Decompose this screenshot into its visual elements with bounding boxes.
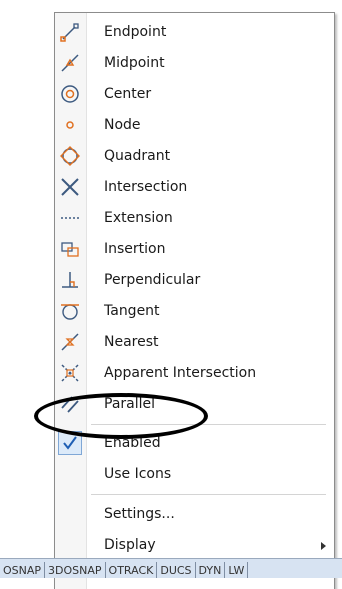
menu-item-label: Node (104, 117, 141, 133)
menu-item-label: Quadrant (104, 148, 171, 164)
menu-item-label: Display (104, 537, 156, 553)
object-snap-context-menu: Endpoint Midpoint Center Node Quadrant I… (54, 12, 335, 589)
intersection-icon (59, 176, 81, 198)
menu-item-parallel[interactable]: Parallel (55, 389, 334, 420)
menu-separator (91, 494, 326, 495)
midpoint-icon (59, 52, 81, 74)
menu-item-label: Intersection (104, 179, 188, 195)
menu-item-label: Nearest (104, 334, 159, 350)
status-button-3dosnap[interactable]: 3DOSNAP (45, 562, 106, 578)
submenu-arrow-icon (321, 542, 326, 550)
status-button-osnap[interactable]: OSNAP (0, 562, 46, 578)
menu-item-endpoint[interactable]: Endpoint (55, 17, 334, 48)
menu-item-apparent-intersection[interactable]: Apparent Intersection (55, 358, 334, 389)
status-button-lw[interactable]: LW (225, 562, 249, 578)
perpendicular-icon (59, 269, 81, 291)
endpoint-icon (59, 21, 81, 43)
menu-item-perpendicular[interactable]: Perpendicular (55, 265, 334, 296)
menu-separator (91, 424, 326, 425)
menu-item-label: Enabled (104, 435, 161, 451)
menu-item-label: Tangent (104, 303, 160, 319)
tangent-icon (59, 300, 81, 322)
menu-item-label: Extension (104, 210, 173, 226)
menu-item-center[interactable]: Center (55, 79, 334, 110)
node-icon (59, 114, 81, 136)
insertion-icon (59, 238, 81, 260)
menu-item-tangent[interactable]: Tangent (55, 296, 334, 327)
menu-item-insertion[interactable]: Insertion (55, 234, 334, 265)
menu-item-label: Insertion (104, 241, 166, 257)
center-icon (59, 83, 81, 105)
menu-item-label: Midpoint (104, 55, 165, 71)
menu-item-settings[interactable]: Settings... (55, 499, 334, 530)
parallel-icon (59, 393, 81, 415)
menu-item-display[interactable]: Display (55, 530, 334, 561)
status-button-otrack[interactable]: OTRACK (106, 562, 158, 578)
menu-item-quadrant[interactable]: Quadrant (55, 141, 334, 172)
extension-icon (59, 207, 81, 229)
menu-item-label: Parallel (104, 396, 156, 412)
apparent-intersection-icon (59, 362, 81, 384)
menu-item-label: Settings... (104, 506, 175, 522)
menu-item-extension[interactable]: Extension (55, 203, 334, 234)
quadrant-icon (59, 145, 81, 167)
menu-item-label: Use Icons (104, 466, 172, 482)
checkmark-icon (58, 431, 82, 455)
status-bar: OSNAP 3DOSNAP OTRACK DUCS DYN LW (0, 558, 342, 578)
menu-item-intersection[interactable]: Intersection (55, 172, 334, 203)
menu-item-use-icons[interactable]: Use Icons (55, 459, 334, 490)
menu-item-label: Center (104, 86, 152, 102)
menu-item-label: Endpoint (104, 24, 167, 40)
menu-item-label: Apparent Intersection (104, 365, 257, 381)
status-button-dyn[interactable]: DYN (196, 562, 226, 578)
nearest-icon (59, 331, 81, 353)
menu-item-midpoint[interactable]: Midpoint (55, 48, 334, 79)
menu-item-enabled[interactable]: Enabled (55, 428, 334, 459)
menu-item-label: Perpendicular (104, 272, 201, 288)
menu-item-nearest[interactable]: Nearest (55, 327, 334, 358)
status-button-ducs[interactable]: DUCS (157, 562, 196, 578)
menu-item-node[interactable]: Node (55, 110, 334, 141)
